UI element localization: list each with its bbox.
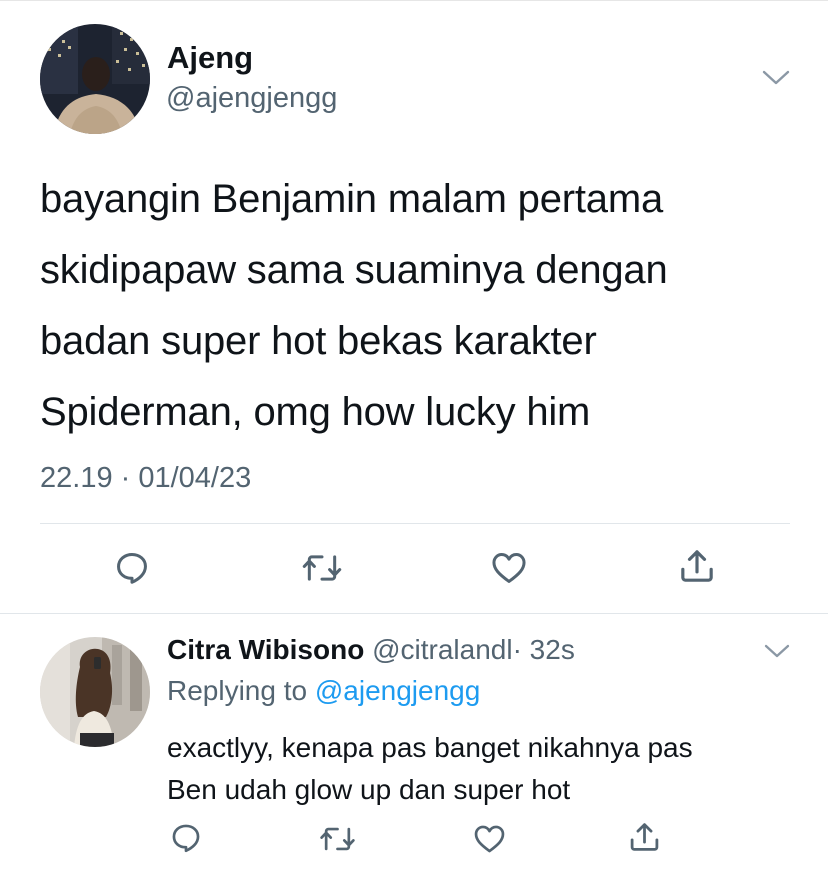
heart-icon (489, 549, 529, 587)
share-button[interactable] (676, 545, 718, 587)
share-icon (627, 819, 662, 855)
reply-text-line: Ben udah glow up dan super hot (167, 774, 571, 805)
tweet-text-line: skidipapaw sama suaminya dengan (40, 248, 668, 292)
reply-button[interactable] (112, 548, 152, 588)
reply-author-handle[interactable]: @citralandl (372, 634, 512, 665)
divider (40, 523, 790, 524)
author-handle[interactable]: @ajengjengg (166, 82, 337, 115)
tweet-text: bayangin Benjamin malam pertama skidipap… (40, 164, 800, 448)
tweet-text-line: Spiderman, omg how lucky him (40, 390, 591, 434)
like-button[interactable] (487, 548, 531, 588)
retweet-button[interactable] (318, 821, 356, 857)
author-name[interactable]: Ajeng (167, 40, 253, 76)
reply-header: Citra Wibisono @citralandl· 32s (167, 634, 575, 666)
heart-icon (472, 822, 507, 856)
chevron-down-icon[interactable] (763, 642, 791, 660)
reply-time: · 32s (512, 634, 575, 665)
reply-author-avatar[interactable] (40, 637, 150, 747)
retweet-button[interactable] (300, 548, 344, 588)
top-divider (0, 0, 828, 1)
author-avatar[interactable] (40, 24, 150, 134)
reply-icon (169, 821, 203, 855)
share-button[interactable] (626, 818, 662, 856)
tweet-timestamp[interactable]: 22.19 · 01/04/23 (40, 462, 251, 495)
retweet-icon (319, 822, 356, 856)
tweet-text-line: badan super hot bekas karakter (40, 319, 597, 363)
reply-text: exactlyy, kenapa pas banget nikahnya pas… (167, 727, 807, 811)
reply-author-name[interactable]: Citra Wibisono (167, 634, 364, 665)
share-icon (677, 546, 717, 586)
reply-text-line: exactlyy, kenapa pas banget nikahnya pas (167, 732, 693, 763)
chevron-down-icon[interactable] (761, 68, 791, 88)
tweet-text-line: bayangin Benjamin malam pertama (40, 177, 664, 221)
replying-to: Replying to @ajengjengg (167, 675, 480, 707)
reply-icon (113, 549, 151, 587)
mention-link[interactable]: @ajengjengg (315, 675, 480, 706)
like-button[interactable] (470, 821, 508, 857)
replying-prefix: Replying to (167, 675, 308, 706)
tweet-separator (0, 613, 828, 614)
reply-button[interactable] (168, 820, 204, 856)
retweet-icon (301, 549, 343, 587)
